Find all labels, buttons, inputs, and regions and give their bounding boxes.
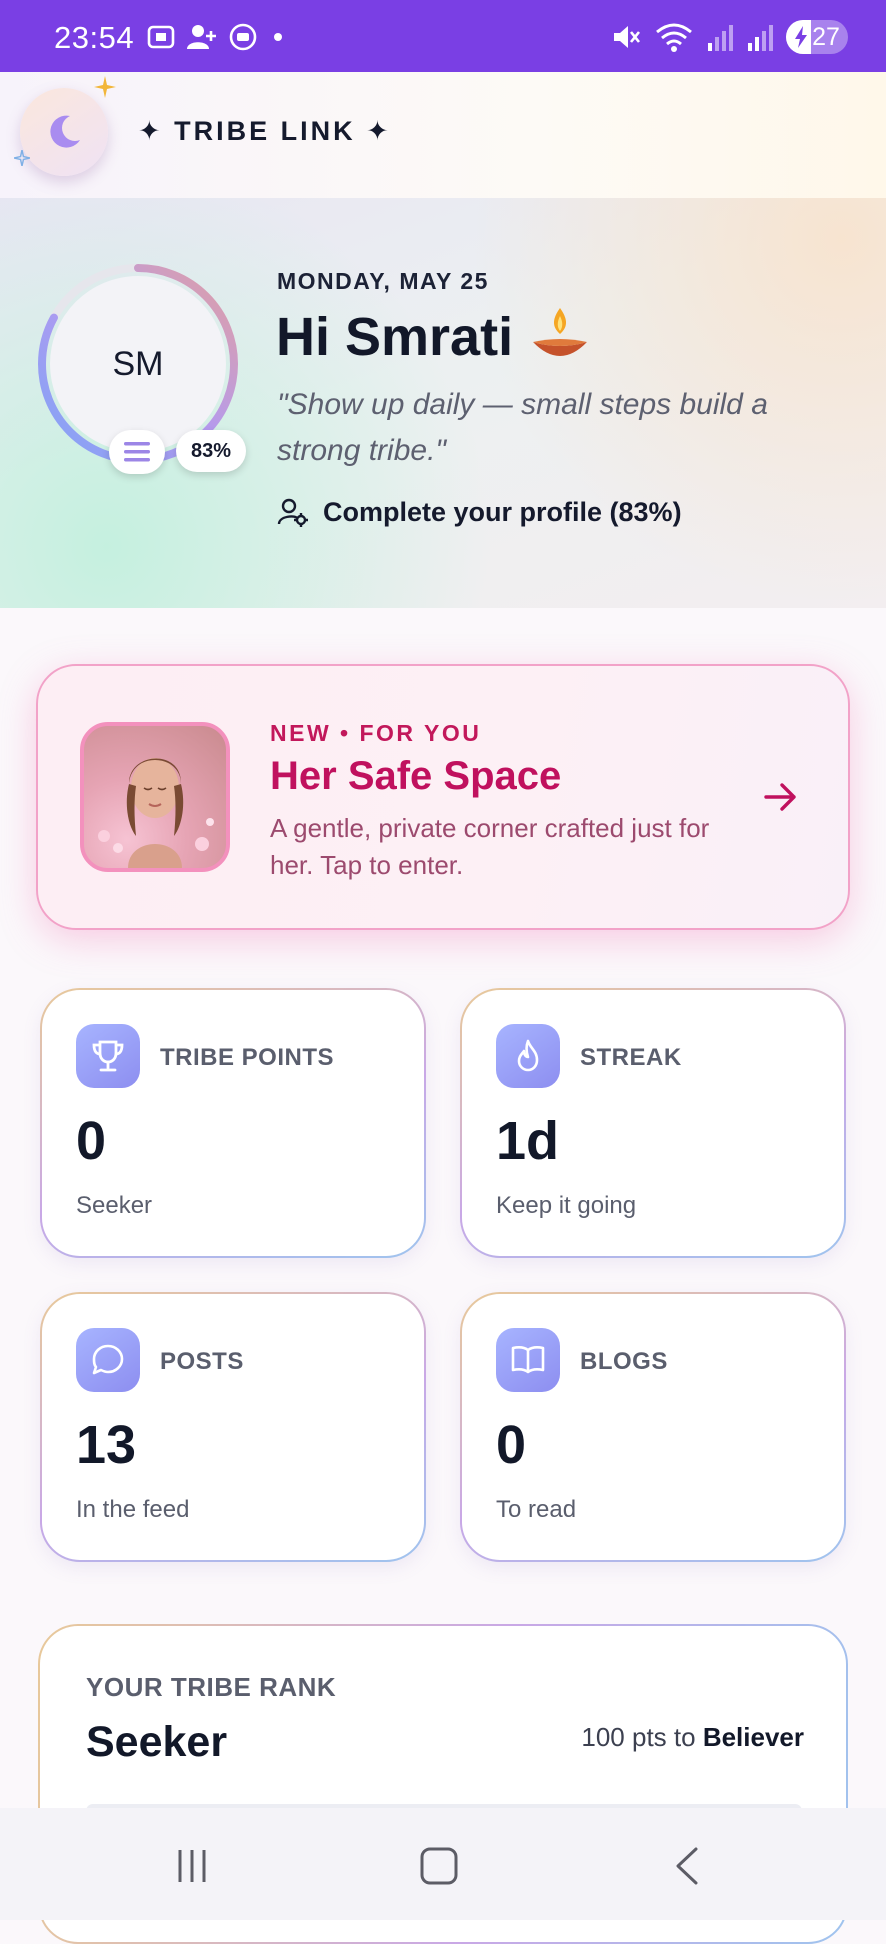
rank-next-prefix: 100 pts to — [581, 1722, 703, 1752]
home-icon — [420, 1847, 458, 1885]
stat-card-posts[interactable]: POSTS 13 In the feed — [40, 1292, 426, 1562]
screenshot-icon — [147, 25, 175, 49]
status-left-icons — [146, 22, 288, 52]
battery-level: 27 — [812, 22, 840, 51]
rank-value: Seeker — [86, 1718, 228, 1766]
stat-label: TRIBE POINTS — [160, 1044, 335, 1071]
theme-toggle-button[interactable] — [20, 88, 108, 176]
stat-card-tribe-points[interactable]: TRIBE POINTS 0 Seeker — [40, 988, 426, 1258]
motivational-quote: "Show up daily — small steps build a str… — [277, 388, 768, 467]
stat-card-streak[interactable]: STREAK 1d Keep it going — [460, 988, 846, 1258]
stat-value: 13 — [76, 1415, 137, 1475]
avatar[interactable]: SM — [50, 276, 226, 452]
open-book-icon — [496, 1328, 560, 1392]
safe-space-description: A gentle, private corner crafted just fo… — [270, 813, 710, 880]
dot-icon — [274, 33, 282, 41]
battery-charging-icon: 27 — [786, 20, 848, 54]
menu-button[interactable] — [109, 430, 165, 474]
menu-icon — [124, 442, 150, 462]
app-header: ✦ TRIBE LINK ✦ — [0, 72, 886, 198]
greeting: Hi Smrati — [276, 304, 593, 370]
current-date: MONDAY, MAY 25 — [277, 268, 489, 294]
app-brand: ✦ TRIBE LINK ✦ — [138, 116, 392, 146]
moon-icon — [50, 115, 80, 148]
status-right-icons: 27 — [610, 20, 848, 54]
stat-value: 0 — [496, 1415, 527, 1475]
back-button[interactable] — [658, 1844, 718, 1888]
rank-label: YOUR TRIBE RANK — [86, 1672, 337, 1702]
status-bar: 23:54 27 — [0, 0, 886, 72]
stat-card-blogs[interactable]: BLOGS 0 To read — [460, 1292, 846, 1562]
stat-label: STREAK — [580, 1044, 682, 1071]
status-time: 23:54 — [54, 20, 135, 55]
add-person-icon — [187, 25, 216, 49]
safe-space-image — [80, 722, 230, 872]
back-icon — [676, 1847, 698, 1885]
stat-subtitle: Keep it going — [496, 1192, 637, 1219]
diya-lamp-icon — [533, 308, 588, 356]
mute-icon — [614, 26, 641, 48]
home-button[interactable] — [409, 1844, 469, 1888]
signal-icon — [748, 25, 773, 51]
system-nav-bar — [0, 1808, 886, 1920]
stat-value: 0 — [76, 1111, 107, 1171]
flame-icon — [496, 1024, 560, 1088]
safe-space-title: Her Safe Space — [270, 754, 562, 798]
stat-label: BLOGS — [580, 1348, 668, 1375]
stat-value: 1d — [496, 1111, 560, 1171]
sparkle-icon — [94, 76, 116, 98]
greeting-text: Hi Smrati — [276, 307, 514, 367]
arrow-right-icon — [764, 783, 796, 811]
sparkle-icon — [14, 150, 30, 166]
recent-apps-button[interactable] — [162, 1844, 222, 1888]
recent-apps-icon — [178, 1850, 206, 1882]
user-settings-icon — [277, 498, 308, 527]
stat-label: POSTS — [160, 1348, 244, 1375]
trophy-icon — [76, 1024, 140, 1088]
rank-next-info: 100 pts to Believer — [581, 1722, 804, 1753]
wifi-icon — [656, 23, 692, 52]
record-icon — [229, 23, 257, 51]
signal-icon — [708, 25, 733, 51]
complete-profile-link[interactable]: Complete your profile (83%) — [277, 496, 682, 528]
chat-bubble-icon — [76, 1328, 140, 1392]
rank-next-name: Believer — [702, 1722, 804, 1752]
avatar-initials: SM — [112, 344, 164, 383]
safe-space-card[interactable]: NEW • FOR YOU Her Safe Space A gentle, p… — [36, 664, 850, 930]
profile-percent-badge: 83% — [176, 430, 246, 472]
stat-subtitle: In the feed — [76, 1496, 190, 1523]
stat-subtitle: Seeker — [76, 1192, 153, 1219]
stat-subtitle: To read — [496, 1496, 577, 1523]
safe-space-eyebrow: NEW • FOR YOU — [270, 720, 482, 746]
complete-profile-text: Complete your profile (83%) — [323, 496, 682, 527]
